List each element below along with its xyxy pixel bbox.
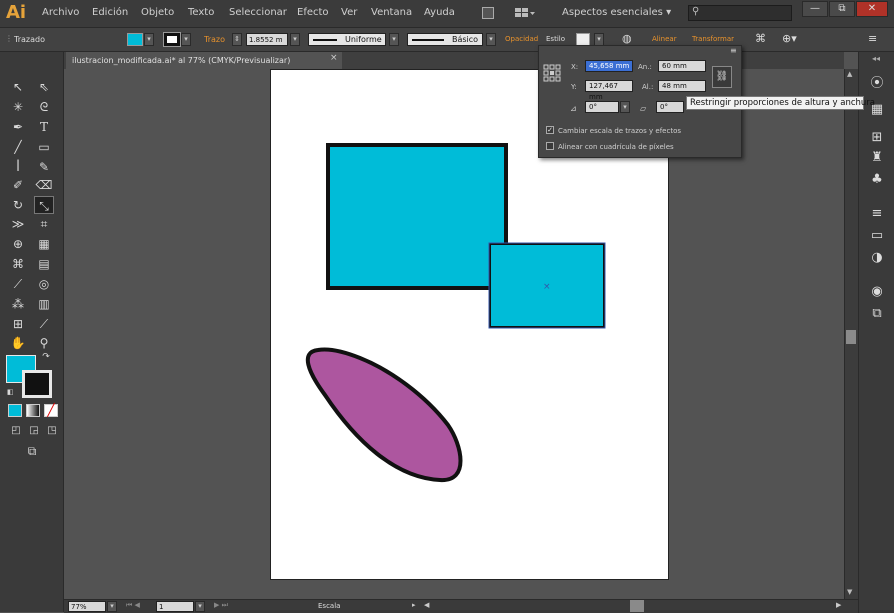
scroll-right-icon[interactable]: ▶ bbox=[836, 601, 841, 609]
width-label: An.: bbox=[638, 63, 652, 71]
large-cyan-square[interactable] bbox=[326, 143, 508, 290]
constrain-proportions-icon[interactable]: ⛓ bbox=[712, 66, 732, 88]
x-label: X: bbox=[571, 63, 579, 71]
status-menu-icon[interactable]: ▸ bbox=[412, 601, 416, 609]
stroke-panel-icon[interactable]: ≡ bbox=[868, 206, 886, 222]
y-position-field[interactable]: 127,467 mm bbox=[585, 80, 633, 101]
current-tool-status: Escala bbox=[318, 602, 341, 610]
shear-icon: ▱ bbox=[640, 104, 647, 113]
zoom-dropdown[interactable]: ▾ bbox=[107, 601, 117, 612]
height-label: Al.: bbox=[642, 83, 654, 91]
scroll-down-icon[interactable]: ▼ bbox=[847, 588, 852, 596]
scale-strokes-label: Cambiar escala de trazos y efectos bbox=[558, 127, 682, 135]
width-field[interactable]: 60 mm bbox=[658, 60, 706, 72]
shear-field[interactable]: 0° bbox=[656, 101, 684, 113]
symbols-panel-icon[interactable]: ♜ bbox=[868, 150, 886, 166]
pixel-grid-checkbox[interactable] bbox=[546, 142, 554, 150]
club-symbol-icon[interactable]: ♣ bbox=[868, 172, 886, 188]
horizontal-scroll-thumb[interactable] bbox=[630, 600, 644, 612]
artwork-layer: × bbox=[305, 143, 606, 483]
color-panel-icon[interactable]: ⦿ bbox=[868, 76, 886, 92]
layers-panel-icon[interactable]: ⧉ bbox=[868, 306, 886, 322]
artboard-number-field[interactable]: 1 bbox=[156, 601, 194, 612]
artboard-dropdown[interactable]: ▾ bbox=[195, 601, 205, 612]
rotate-dropdown[interactable]: ▾ bbox=[620, 101, 630, 113]
zoom-field[interactable]: 77% bbox=[68, 601, 106, 612]
collapse-dock-icon[interactable]: ◂◂ bbox=[872, 54, 880, 63]
appearance-panel-icon[interactable]: ◉ bbox=[868, 284, 886, 300]
brushes-panel-icon[interactable]: ⊞ bbox=[868, 130, 886, 146]
first-artboard-icon[interactable]: ⏮ ◀ bbox=[126, 601, 140, 610]
scroll-up-icon[interactable]: ▲ bbox=[847, 70, 852, 78]
pixel-grid-label: Alinear con cuadrícula de píxeles bbox=[558, 143, 674, 151]
scroll-left-icon[interactable]: ◀ bbox=[424, 601, 429, 609]
height-field[interactable]: 48 mm bbox=[658, 80, 706, 92]
center-point-icon: × bbox=[543, 282, 551, 292]
purple-drop-shape[interactable] bbox=[305, 347, 463, 483]
x-position-field[interactable]: 45,658 mm bbox=[585, 60, 633, 72]
y-label: Y: bbox=[571, 83, 577, 91]
rotate-field[interactable]: 0° bbox=[585, 101, 619, 113]
next-artboard-icon[interactable]: ▶ ⏭ bbox=[214, 601, 228, 610]
rotate-icon-panel: ⊿ bbox=[570, 104, 577, 113]
reference-point-icon[interactable] bbox=[543, 64, 561, 82]
scale-strokes-checkbox[interactable]: ✓ bbox=[546, 126, 554, 134]
transparency-panel-icon[interactable]: ◑ bbox=[868, 250, 886, 266]
panel-options-icon[interactable]: ≡ bbox=[730, 46, 737, 55]
tooltip: Restringir proporciones de altura y anch… bbox=[686, 96, 875, 110]
vertical-scroll-thumb[interactable] bbox=[846, 330, 856, 344]
gradient-panel-icon[interactable]: ▭ bbox=[868, 228, 886, 244]
